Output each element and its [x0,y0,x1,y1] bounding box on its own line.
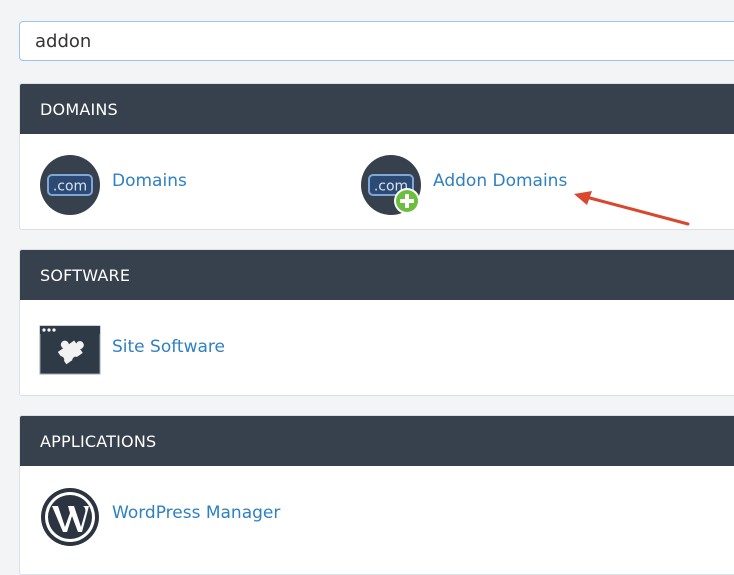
wordpress-manager-link[interactable]: WordPress Manager [112,503,280,523]
svg-text:.com: .com [53,179,87,195]
applications-panel-title: APPLICATIONS [40,431,157,451]
software-panel: SOFTWARE Site Software [19,249,734,396]
addon-domains-link[interactable]: Addon Domains [433,171,567,191]
search-input-value: addon [35,30,92,52]
dotcom-icon: .com [39,154,101,216]
annotation-arrow [574,191,690,226]
domains-panel-header: DOMAINS [20,84,734,134]
applications-panel: APPLICATIONS WordPress Manager [19,415,734,575]
dotcom-add-icon: .com [360,154,422,216]
addon-domains-item[interactable]: .com Addon Domains [360,154,567,216]
search-input[interactable]: addon [19,21,734,61]
puzzle-window-icon [39,320,101,382]
domains-link[interactable]: Domains [112,171,187,191]
applications-panel-header: APPLICATIONS [20,416,734,466]
software-panel-title: SOFTWARE [40,265,131,285]
wordpress-manager-item[interactable]: WordPress Manager [39,486,280,548]
wordpress-icon [39,486,101,548]
domains-item[interactable]: .com Domains [39,154,187,216]
domains-panel-title: DOMAINS [40,99,118,119]
site-software-link[interactable]: Site Software [112,337,225,357]
software-panel-header: SOFTWARE [20,250,734,300]
site-software-item[interactable]: Site Software [39,320,225,382]
